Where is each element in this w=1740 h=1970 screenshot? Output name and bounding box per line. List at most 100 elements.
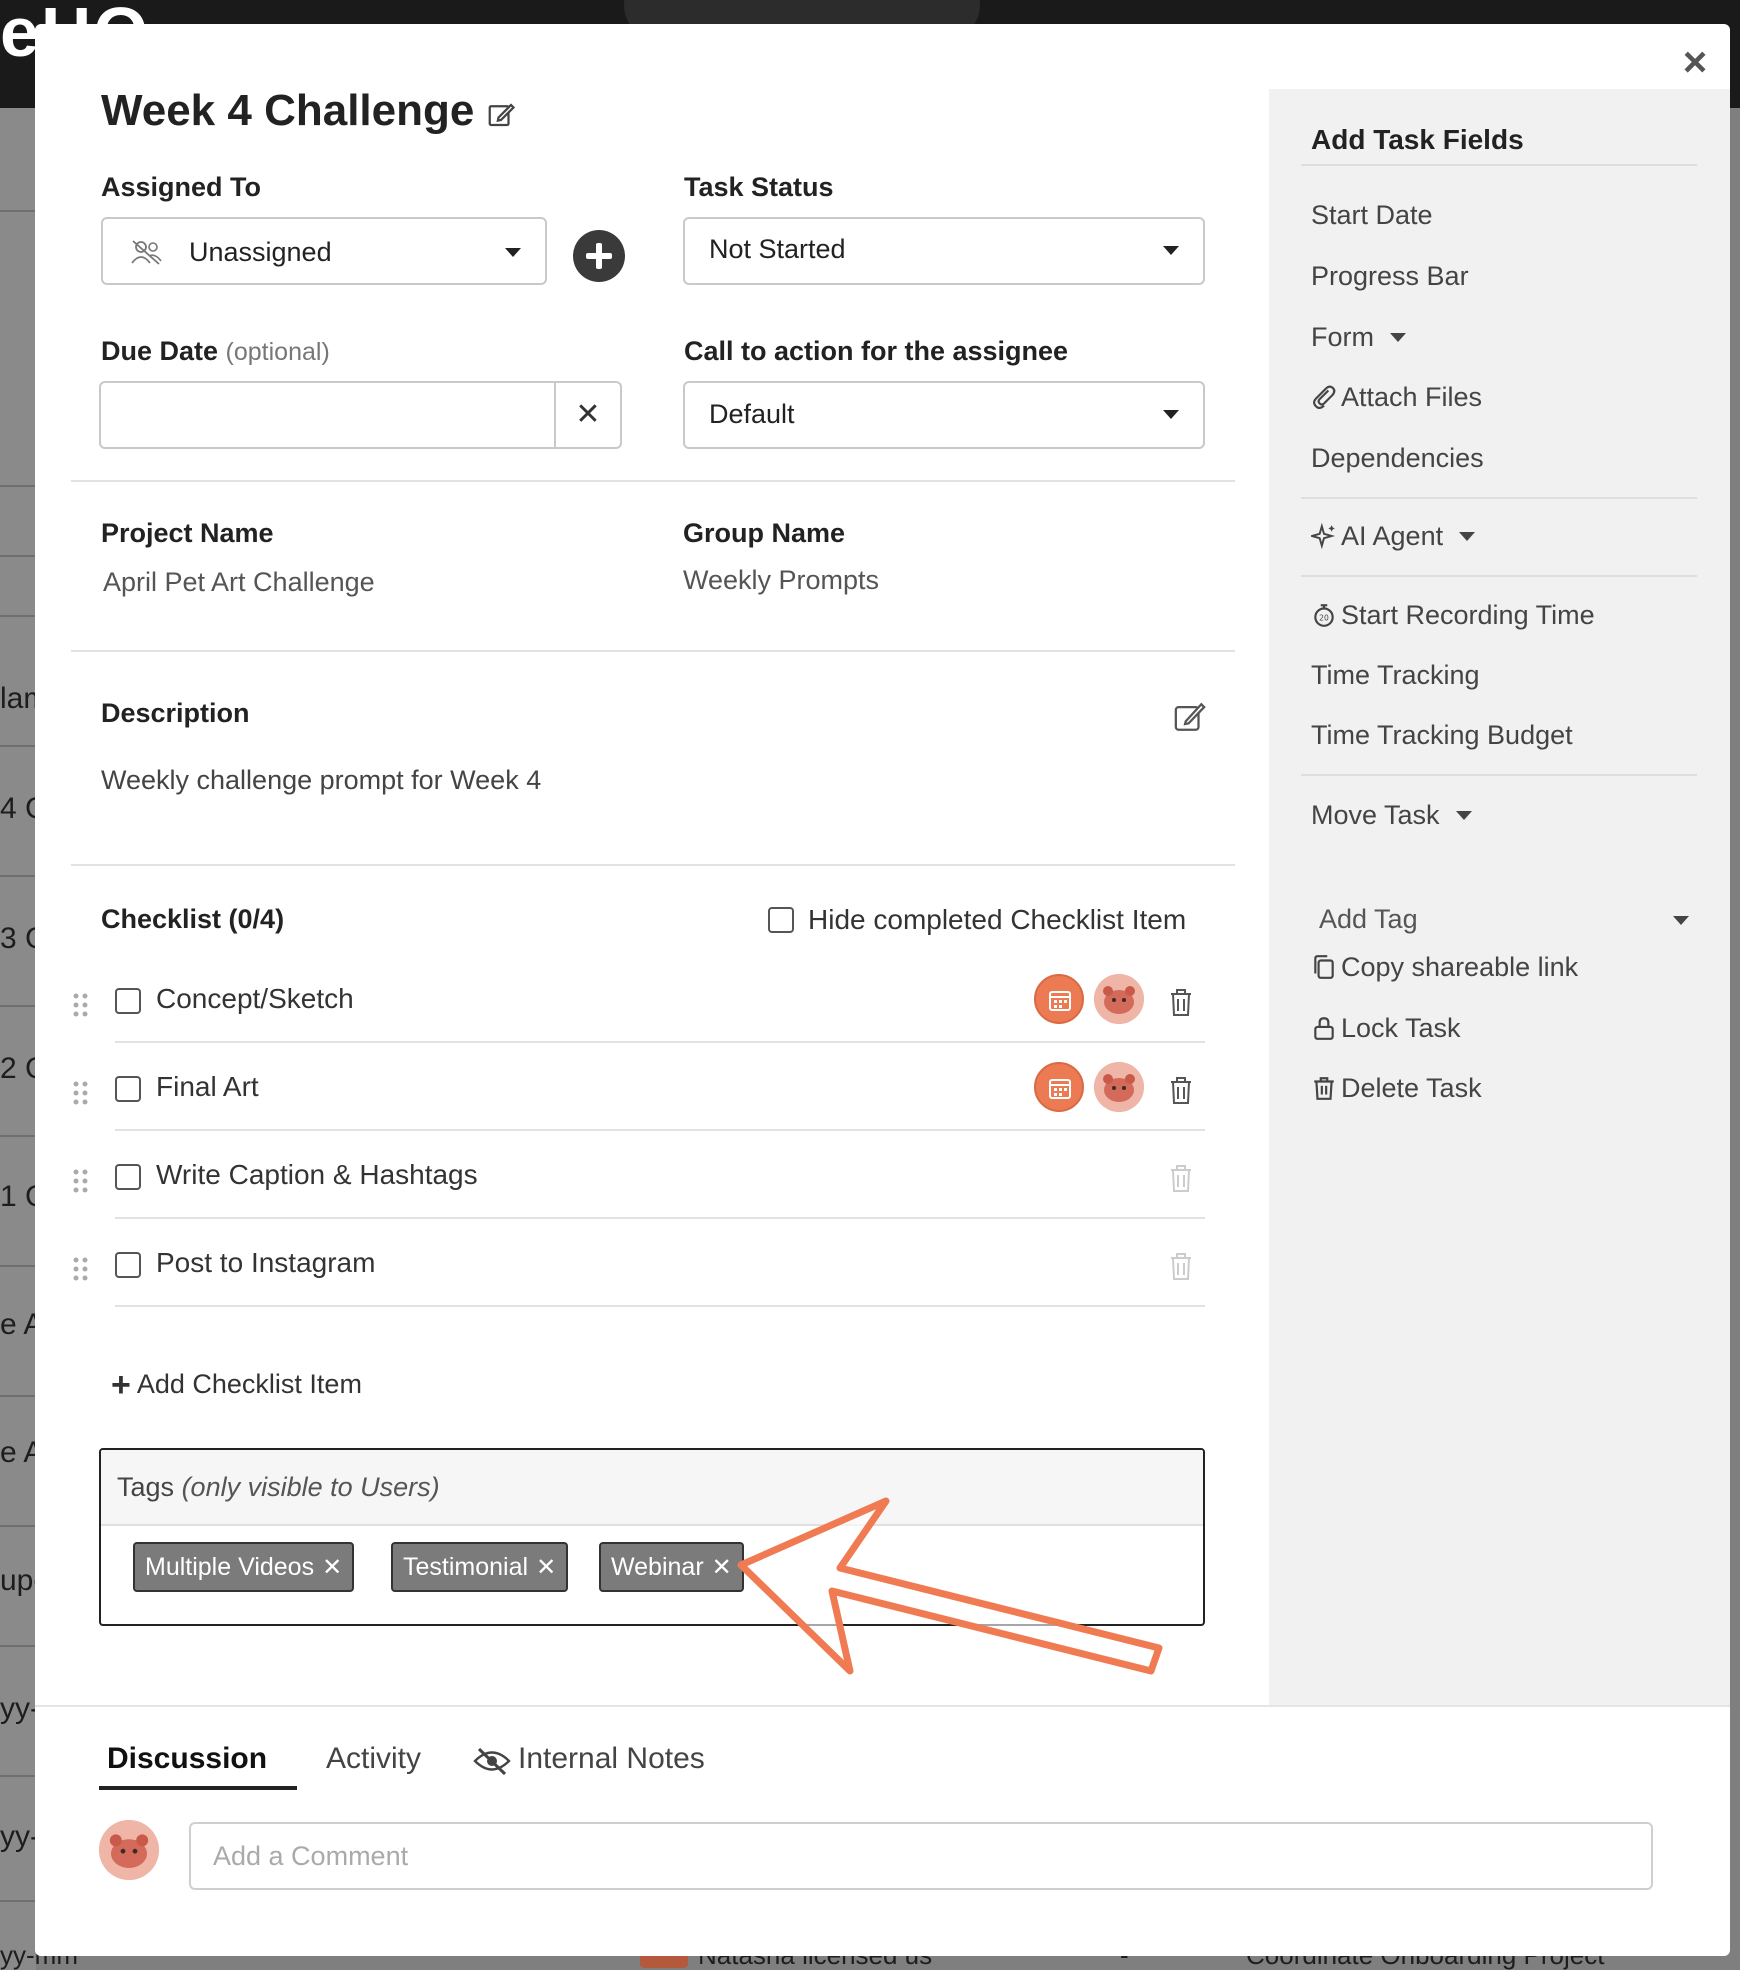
edit-title-icon[interactable]: [486, 100, 516, 130]
paperclip-icon: [1313, 385, 1336, 410]
start-date-field-button[interactable]: Start Date: [1311, 200, 1433, 231]
tab-activity[interactable]: Activity: [326, 1742, 421, 1776]
add-task-fields-title: Add Task Fields: [1311, 124, 1524, 155]
trash-icon[interactable]: [1168, 1251, 1194, 1281]
copy-icon: [1314, 955, 1334, 979]
section-divider: [71, 864, 1235, 866]
bg-cell: 4 C: [0, 792, 36, 825]
checklist-due-date-button[interactable]: [1034, 1062, 1084, 1112]
dependencies-field-button[interactable]: Dependencies: [1311, 443, 1484, 474]
bg-cell: lam: [0, 682, 36, 715]
drag-handle-icon[interactable]: [72, 1256, 90, 1282]
remove-tag-button[interactable]: ✕: [322, 1554, 342, 1581]
progress-bar-field-button[interactable]: Progress Bar: [1311, 261, 1469, 292]
ai-agent-label: AI Agent: [1341, 521, 1444, 551]
eye-slash-icon: [473, 1747, 511, 1776]
unassigned-users-icon: [131, 240, 162, 265]
add-assignee-button[interactable]: [573, 230, 625, 282]
task-status-select[interactable]: Not Started: [683, 217, 1205, 285]
group-name-label: Group Name: [683, 518, 846, 548]
bg-cell: e A: [0, 1308, 36, 1341]
copy-link-label: Copy shareable link: [1341, 952, 1579, 982]
tags-note: (only visible to Users): [181, 1472, 440, 1502]
add-checklist-item-button[interactable]: + Add Checklist Item: [111, 1366, 362, 1405]
edit-description-icon[interactable]: [1173, 700, 1207, 734]
checklist-due-date-button[interactable]: [1034, 974, 1084, 1024]
avatar-image: [1094, 974, 1144, 1024]
bg-row-divider: [0, 1395, 36, 1397]
bg-cell: 3 C: [0, 922, 36, 955]
attach-files-button[interactable]: Attach Files: [1311, 382, 1482, 413]
start-recording-label: Start Recording Time: [1341, 600, 1595, 630]
call-to-action-value: Default: [709, 399, 795, 429]
calendar-icon: [1049, 991, 1071, 1011]
bg-row-divider: [0, 745, 36, 747]
tag-label: Multiple Videos: [145, 1553, 315, 1581]
tags-box: Tags (only visible to Users) Multiple Vi…: [99, 1448, 1205, 1626]
stopwatch-icon: 20: [1314, 604, 1334, 627]
checklist-item-checkbox[interactable]: [115, 1076, 141, 1102]
due-date-label-text: Due Date: [101, 336, 219, 366]
checklist-item-checkbox[interactable]: [115, 988, 141, 1014]
remove-tag-button[interactable]: ✕: [712, 1554, 732, 1581]
assigned-to-select[interactable]: Unassigned: [101, 217, 547, 285]
ai-agent-menu-button[interactable]: AI Agent: [1311, 521, 1476, 552]
form-menu-button[interactable]: Form: [1311, 322, 1406, 353]
group-name-value: Weekly Prompts: [683, 565, 880, 595]
avatar[interactable]: [1094, 1062, 1144, 1112]
checklist-item-label: Final Art: [156, 1071, 259, 1102]
task-status-label: Task Status: [684, 172, 834, 202]
add-tag-label: Add Tag: [1319, 904, 1418, 934]
drag-handle-icon[interactable]: [72, 1080, 90, 1106]
add-checklist-item-label: Add Checklist Item: [136, 1369, 362, 1399]
checklist-divider: [115, 1305, 1205, 1307]
avatar[interactable]: [1094, 974, 1144, 1024]
tab-discussion[interactable]: Discussion: [107, 1742, 267, 1776]
add-tag-select[interactable]: Add Tag: [1301, 886, 1699, 956]
calendar-icon: [1049, 1079, 1071, 1099]
trash-icon[interactable]: [1168, 1163, 1194, 1193]
trash-icon[interactable]: [1168, 1075, 1194, 1105]
clear-due-date-button[interactable]: ✕: [554, 381, 622, 449]
delete-task-button[interactable]: Delete Task: [1311, 1073, 1482, 1104]
checklist-item-checkbox[interactable]: [115, 1252, 141, 1278]
due-date-input[interactable]: [99, 381, 556, 449]
description-value: Weekly challenge prompt for Week 4: [101, 765, 542, 795]
checklist-item-label: Concept/Sketch: [156, 983, 354, 1014]
sparkle-icon: [1311, 523, 1336, 549]
lock-task-button[interactable]: Lock Task: [1311, 1013, 1461, 1044]
checklist-item-checkbox[interactable]: [115, 1164, 141, 1190]
close-modal-button[interactable]: ×: [1671, 38, 1719, 86]
time-tracking-budget-field-button[interactable]: Time Tracking Budget: [1311, 720, 1573, 751]
move-task-label: Move Task: [1311, 800, 1440, 830]
due-date-label: Due Date (optional): [101, 336, 330, 367]
remove-tag-button[interactable]: ✕: [536, 1554, 556, 1581]
start-recording-time-button[interactable]: 20 Start Recording Time: [1311, 600, 1595, 631]
time-tracking-field-button[interactable]: Time Tracking: [1311, 660, 1480, 691]
avatar: [99, 1820, 159, 1880]
drag-handle-icon[interactable]: [72, 992, 90, 1018]
bg-cell: upe: [0, 1564, 36, 1597]
trash-icon[interactable]: [1168, 987, 1194, 1017]
tab-internal-notes[interactable]: Internal Notes: [518, 1742, 705, 1776]
bg-row-divider: [0, 875, 36, 877]
assigned-to-value: Unassigned: [189, 237, 332, 267]
bg-cell: e A: [0, 1436, 36, 1469]
hide-completed-checkbox[interactable]: [768, 907, 794, 933]
comment-input[interactable]: [189, 1822, 1653, 1890]
tags-label: Tags (only visible to Users): [117, 1472, 440, 1503]
delete-task-label: Delete Task: [1341, 1073, 1482, 1103]
chevron-down-icon: [1390, 333, 1406, 342]
drag-handle-icon[interactable]: [72, 1168, 90, 1194]
tag-label: Webinar: [611, 1553, 704, 1581]
bg-row-divider: [0, 615, 36, 617]
tag-chip: Webinar ✕: [599, 1542, 744, 1592]
checklist-title: Checklist (0/4): [101, 904, 285, 934]
checklist-divider: [115, 1129, 1205, 1131]
call-to-action-select[interactable]: Default: [683, 381, 1205, 449]
copy-shareable-link-button[interactable]: Copy shareable link: [1311, 952, 1578, 983]
chevron-down-icon: [1163, 410, 1179, 419]
task-modal: × Week 4 Challenge Assigned To Unassigne…: [35, 24, 1730, 1956]
side-divider: [1301, 497, 1697, 499]
move-task-menu-button[interactable]: Move Task: [1311, 800, 1472, 831]
